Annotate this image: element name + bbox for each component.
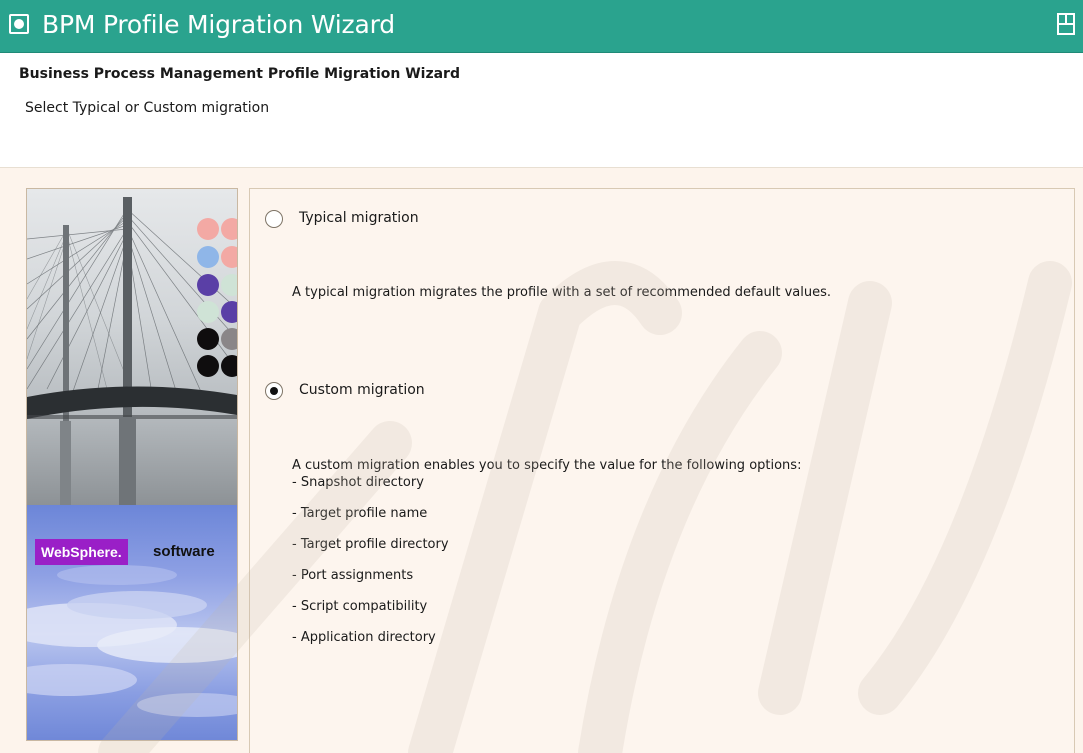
- custom-migration-description: A custom migration enables you to specif…: [292, 458, 802, 473]
- wizard-header: Business Process Management Profile Migr…: [0, 53, 1083, 168]
- custom-options-list: - Snapshot directory - Target profile na…: [292, 473, 449, 659]
- list-item: - Snapshot directory: [292, 475, 424, 490]
- list-item: - Target profile name: [292, 506, 428, 521]
- window-icon[interactable]: [9, 14, 29, 34]
- list-item: - Application directory: [292, 630, 436, 645]
- typical-migration-label[interactable]: Typical migration: [299, 210, 419, 226]
- typical-migration-radio[interactable]: [265, 210, 283, 228]
- typical-migration-description: A typical migration migrates the profile…: [292, 285, 832, 300]
- list-item: - Port assignments: [292, 568, 414, 583]
- restore-window-icon[interactable]: [1055, 12, 1077, 36]
- wizard-subtitle: Select Typical or Custom migration: [25, 100, 270, 116]
- software-wordmark: software: [153, 543, 215, 560]
- wizard-banner-image: WebSphere. software: [26, 188, 238, 741]
- list-item: - Target profile directory: [292, 537, 449, 552]
- wizard-content: WebSphere. software Typical migration A …: [0, 168, 1083, 753]
- bridge-illustration: [27, 197, 237, 505]
- list-item: - Script compatibility: [292, 599, 428, 614]
- custom-migration-label[interactable]: Custom migration: [299, 382, 425, 398]
- websphere-logo: WebSphere.: [35, 539, 128, 565]
- custom-migration-radio[interactable]: [265, 382, 283, 400]
- window-titlebar[interactable]: BPM Profile Migration Wizard: [0, 0, 1083, 53]
- window-title: BPM Profile Migration Wizard: [42, 10, 395, 39]
- bridge-image: [27, 189, 237, 505]
- wizard-title: Business Process Management Profile Migr…: [19, 66, 460, 82]
- migration-options-panel: Typical migration A typical migration mi…: [249, 188, 1075, 753]
